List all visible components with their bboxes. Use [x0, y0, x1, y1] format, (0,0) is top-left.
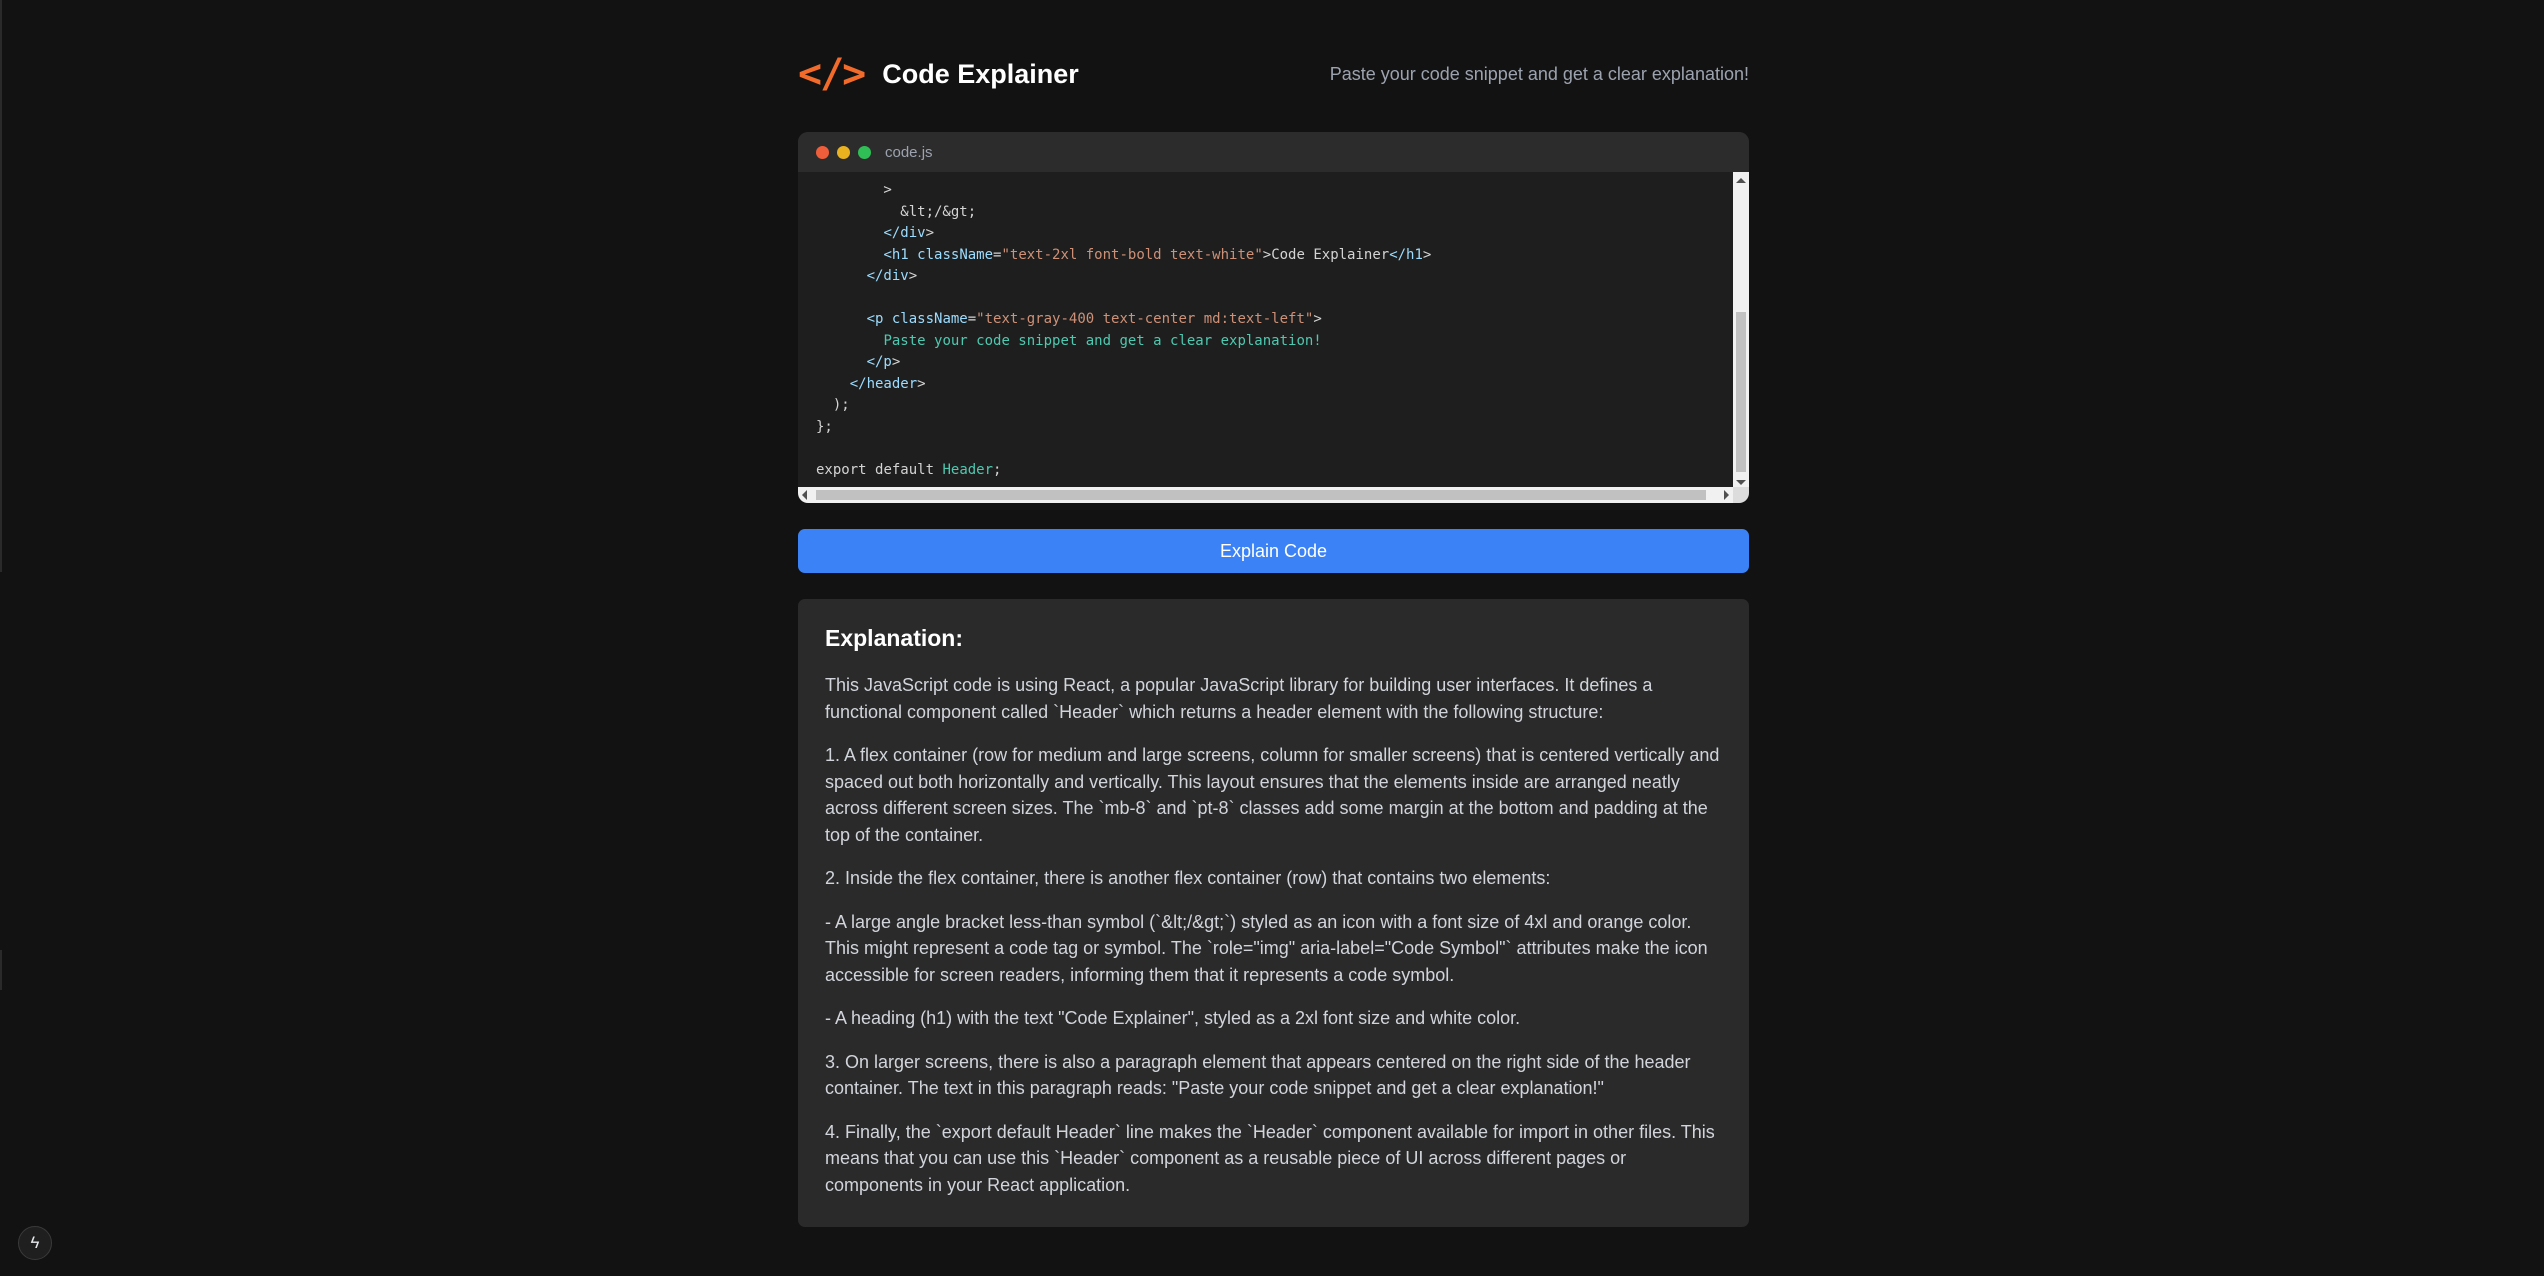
code-line: >	[816, 182, 892, 198]
window-minimize-dot-icon	[837, 145, 850, 159]
code-line: export default Header;	[816, 461, 1002, 478]
page-edge-rail-lower	[0, 950, 2, 990]
explanation-paragraph: 2. Inside the flex container, there is a…	[825, 868, 1551, 888]
code-line: );	[816, 397, 850, 413]
explanation-paragraph: 3. On larger screens, there is also a pa…	[825, 1051, 1691, 1099]
code-line: Paste your code snippet and get a clear …	[883, 332, 1322, 349]
page-title: Code Explainer	[882, 58, 1079, 89]
app-header: </> Code Explainer Paste your code snipp…	[798, 0, 1749, 148]
explanation-paragraph: - A large angle bracket less-than symbol…	[825, 911, 1708, 985]
code-line: &lt;/&gt;	[816, 203, 977, 220]
explanation-paragraph: 4. Finally, the `export default Header` …	[825, 1121, 1715, 1195]
page-edge-rail	[0, 0, 2, 572]
scroll-left-arrow-icon[interactable]	[802, 490, 807, 500]
code-symbol-icon: </>	[798, 51, 866, 97]
explain-code-button[interactable]: Explain Code	[798, 529, 1749, 573]
vertical-scrollbar[interactable]	[1733, 172, 1749, 489]
editor-title-bar: code.js	[798, 132, 1749, 172]
vertical-scroll-thumb[interactable]	[1736, 312, 1746, 472]
horizontal-scroll-thumb[interactable]	[816, 490, 1706, 500]
brand: </> Code Explainer	[798, 54, 1079, 94]
code-line: };	[816, 418, 833, 435]
explanation-panel: Explanation: This JavaScript code is usi…	[798, 599, 1749, 1227]
code-line: </div>	[866, 268, 918, 284]
scroll-down-arrow-icon[interactable]	[1736, 480, 1746, 485]
explanation-paragraph: 1. A flex container (row for medium and …	[825, 745, 1720, 845]
code-line: </header>	[849, 375, 926, 392]
scrollbar-corner	[1733, 487, 1749, 503]
code-line: <p className="text-gray-400 text-center …	[866, 311, 1322, 327]
tagline: Paste your code snippet and get a clear …	[1329, 63, 1749, 84]
code-line: </p>	[866, 354, 901, 370]
main-container: </> Code Explainer Paste your code snipp…	[798, 0, 1749, 1227]
explanation-paragraph: This JavaScript code is using React, a p…	[825, 675, 1653, 722]
explanation-paragraph: - A heading (h1) with the text "Code Exp…	[825, 1008, 1521, 1028]
scroll-up-arrow-icon[interactable]	[1736, 178, 1746, 183]
lightning-bolt-icon[interactable]: ϟ	[18, 1226, 52, 1260]
horizontal-scrollbar[interactable]	[798, 487, 1733, 503]
explanation-heading: Explanation:	[825, 625, 964, 651]
window-maximize-dot-icon	[858, 145, 871, 159]
code-editor: code.js > &lt;/&gt; </div> <h1 className…	[798, 132, 1749, 503]
editor-filename: code.js	[885, 143, 933, 161]
code-line: <h1 className="text-2xl font-bold text-w…	[883, 246, 1432, 263]
code-lines[interactable]: > &lt;/&gt; </div> <h1 className="text-2…	[816, 180, 1731, 481]
code-line: </div>	[883, 225, 935, 241]
window-close-dot-icon	[816, 145, 829, 159]
scroll-right-arrow-icon[interactable]	[1724, 490, 1729, 500]
code-input[interactable]: > &lt;/&gt; </div> <h1 className="text-2…	[798, 172, 1749, 503]
